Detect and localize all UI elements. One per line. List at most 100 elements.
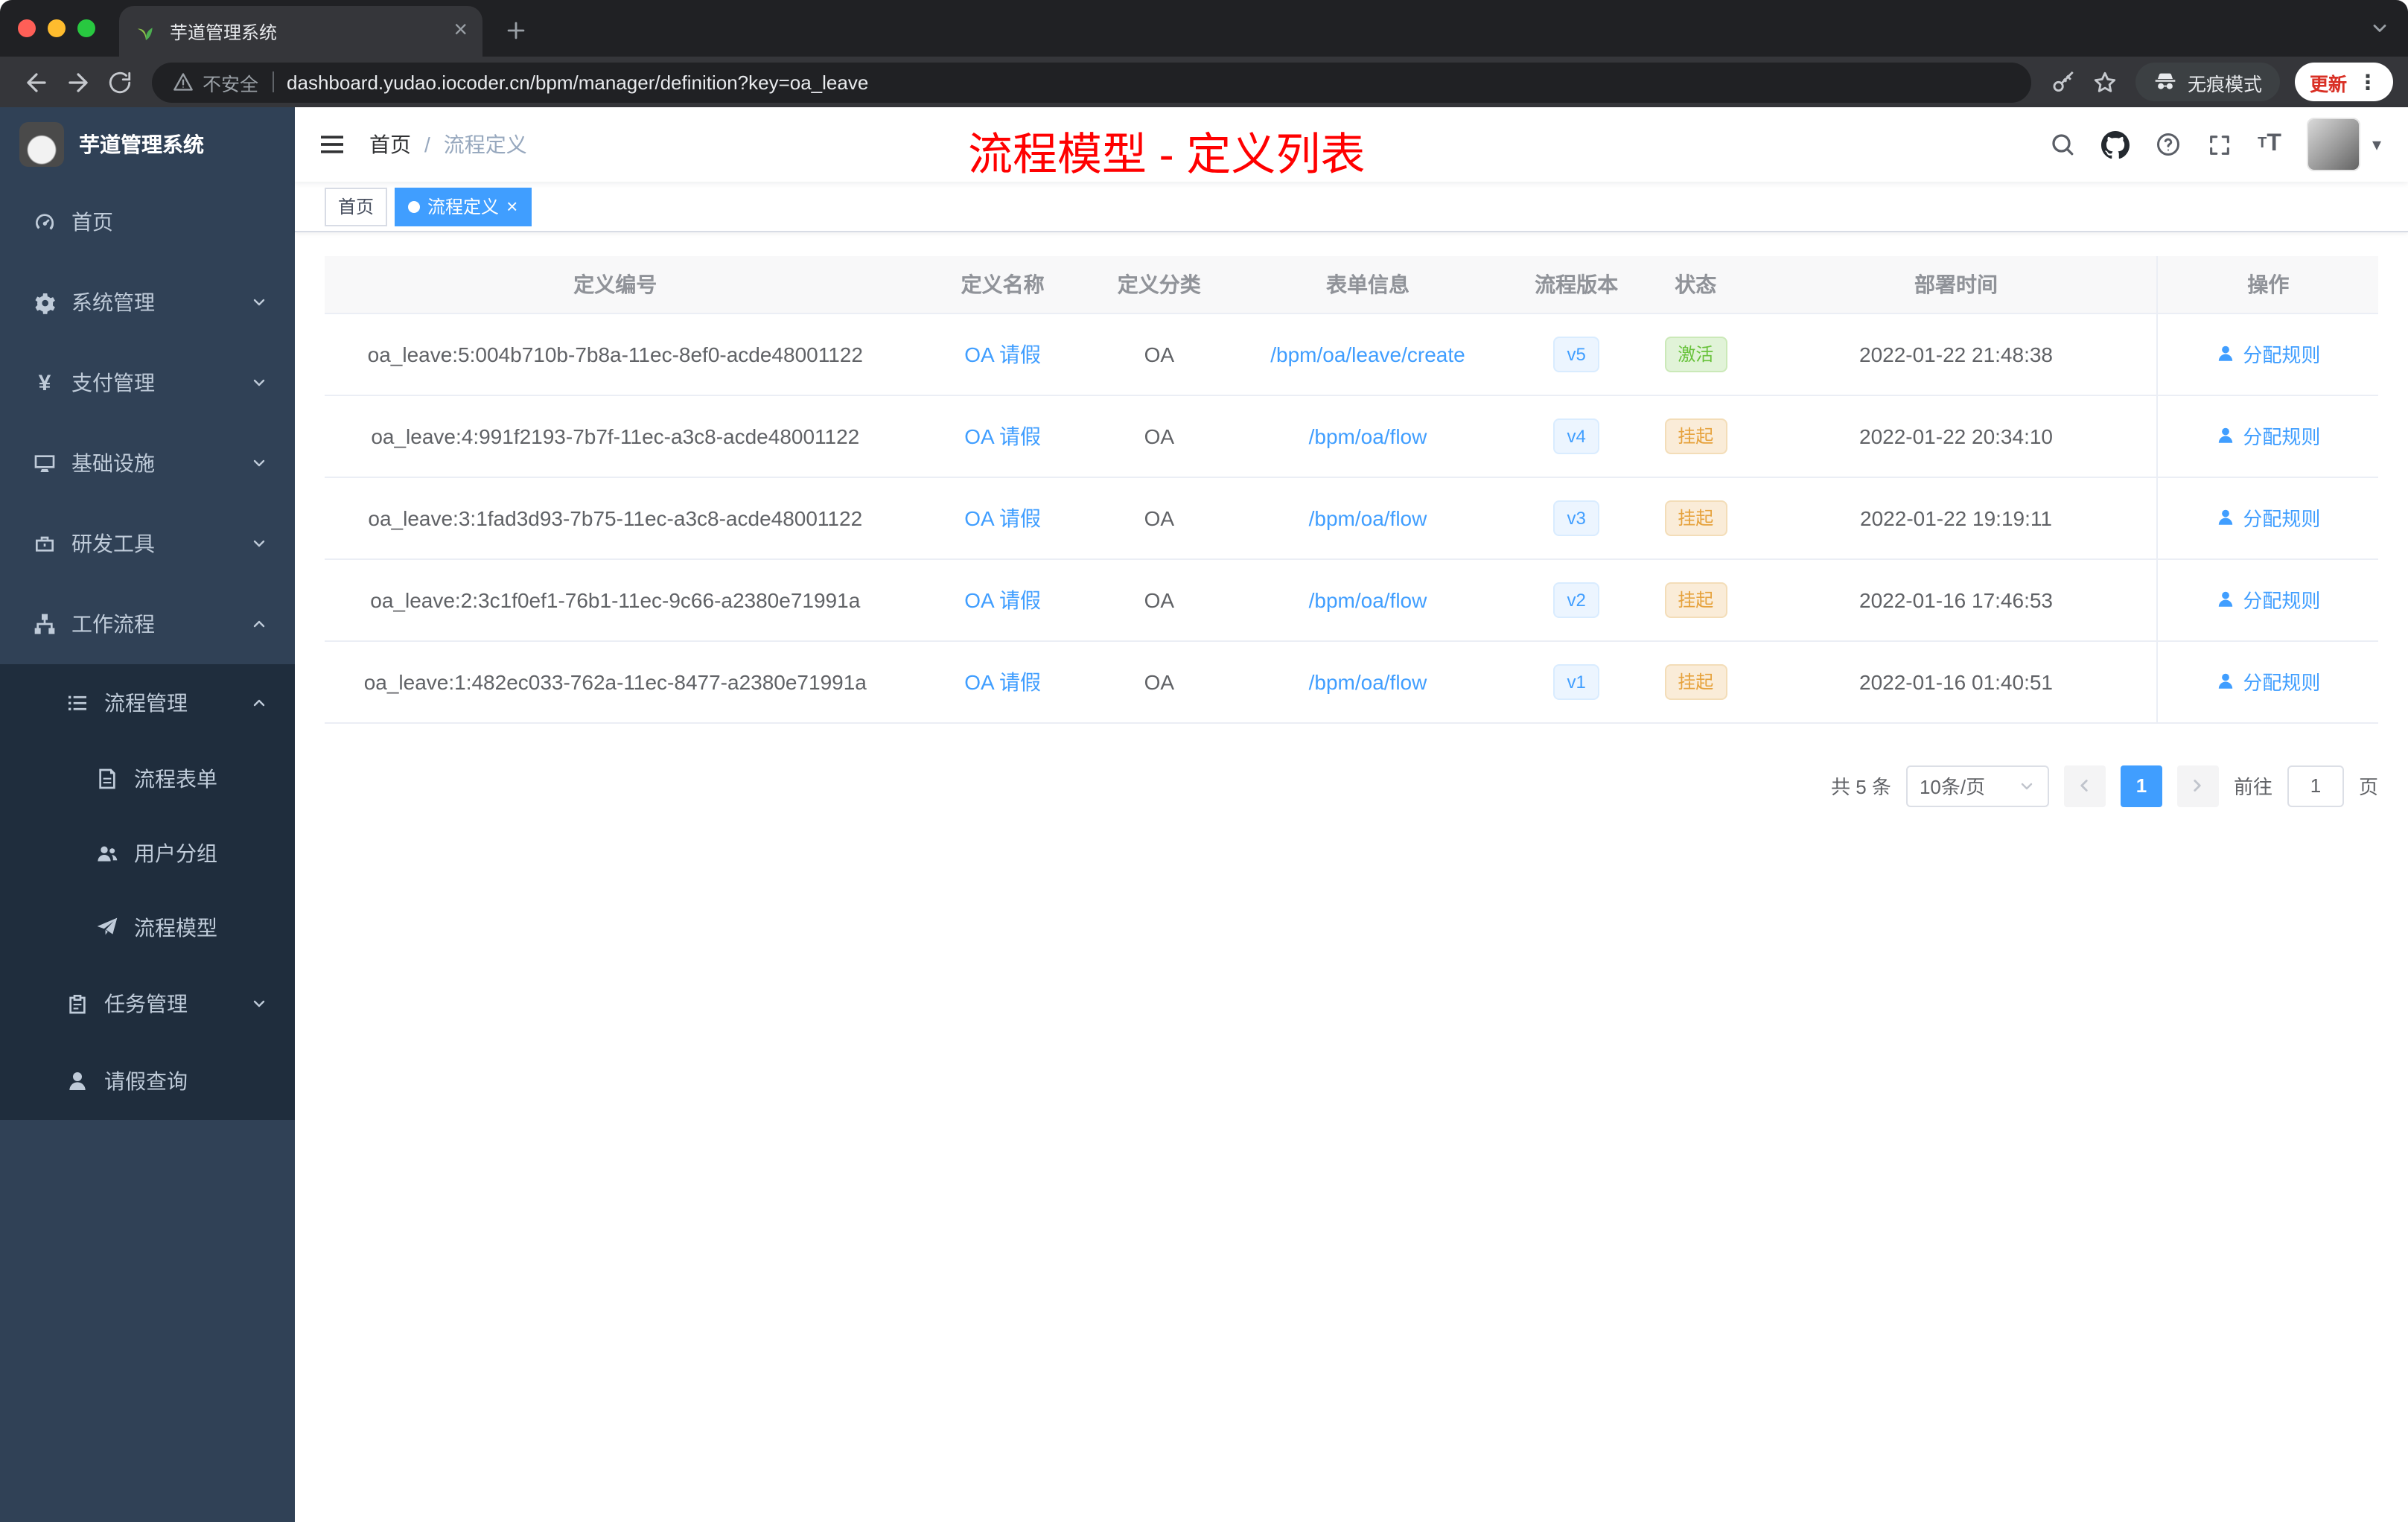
sidebar-item-process-form[interactable]: 流程表单 [0, 742, 295, 816]
sidebar-item-user-group[interactable]: 用户分组 [0, 816, 295, 891]
sidebar-item-home[interactable]: 首页 [0, 182, 295, 262]
tag-label: 流程定义 [427, 197, 500, 217]
breadcrumb-home[interactable]: 首页 [369, 130, 411, 159]
sidebar-item-label: 基础设施 [71, 451, 155, 475]
avatar[interactable] [2306, 118, 2360, 171]
definition-name-link[interactable]: OA 请假 [964, 424, 1041, 448]
browser-toolbar: 不安全 dashboard.yudao.iocoder.cn/bpm/manag… [0, 57, 2408, 107]
reload-icon[interactable] [98, 61, 140, 103]
breadcrumb: 首页 / 流程定义 [369, 130, 527, 159]
menu-dots-icon[interactable]: ⋮ [2357, 69, 2378, 95]
sidebar-item-infra[interactable]: 基础设施 [0, 423, 295, 503]
list-icon [66, 691, 89, 715]
table-row: oa_leave:2:3c1f0ef1-76b1-11ec-9c66-a2380… [325, 558, 2378, 641]
form-link[interactable]: /bpm/oa/flow [1309, 424, 1427, 448]
hamburger-icon[interactable] [295, 107, 369, 182]
back-icon[interactable] [15, 61, 57, 103]
sidebar-item-task-management[interactable]: 任务管理 [0, 965, 295, 1042]
sidebar-item-process-management[interactable]: 流程管理 [0, 664, 295, 742]
chevron-down-icon [250, 995, 268, 1013]
page-number-button[interactable]: 1 [2120, 765, 2162, 806]
sidebar-item-process-model[interactable]: 流程模型 [0, 891, 295, 965]
paper-plane-icon [95, 916, 119, 940]
address-bar[interactable]: 不安全 dashboard.yudao.iocoder.cn/bpm/manag… [152, 62, 2031, 102]
zoom-window-button[interactable] [77, 19, 95, 37]
key-icon[interactable] [2043, 61, 2085, 103]
goto-page-input[interactable] [2287, 765, 2344, 806]
update-button[interactable]: 更新 ⋮ [2294, 63, 2393, 101]
sidebar-item-leave-query[interactable]: 请假查询 [0, 1042, 295, 1120]
search-icon[interactable] [2049, 131, 2076, 158]
update-label: 更新 [2309, 74, 2347, 95]
definition-name-link[interactable]: OA 请假 [964, 669, 1041, 693]
incognito-icon [2153, 70, 2177, 94]
form-link[interactable]: /bpm/oa/flow [1309, 588, 1427, 611]
definition-table: 定义编号 定义名称 定义分类 表单信息 流程版本 状态 部署时间 操作 oa_l [325, 256, 2378, 723]
star-icon[interactable] [2085, 61, 2127, 103]
user-icon [2219, 591, 2233, 607]
logo[interactable]: 芋道管理系统 [0, 107, 295, 182]
browser-tab[interactable]: 芋道管理系统 × [119, 6, 482, 57]
version-tag: v3 [1553, 500, 1599, 535]
annotation-title: 流程模型 - 定义列表 [968, 131, 1366, 180]
category-cell: OA [1099, 640, 1219, 723]
caret-down-icon[interactable]: ▾ [2372, 134, 2381, 155]
version-tag: v1 [1553, 663, 1599, 699]
next-page-button[interactable] [2176, 765, 2219, 806]
form-link[interactable]: /bpm/oa/flow [1309, 669, 1427, 693]
sidebar-item-payment[interactable]: ¥ 支付管理 [0, 343, 295, 423]
page-size-select[interactable]: 10条/页 [1905, 765, 2049, 806]
table-row: oa_leave:1:482ec033-762a-11ec-8477-a2380… [325, 640, 2378, 723]
table-row: oa_leave:3:1fad3d93-7b75-11ec-a3c8-acde4… [325, 477, 2378, 559]
definition-name-link[interactable]: OA 请假 [964, 506, 1041, 529]
table-row: oa_leave:4:991f2193-7b7f-11ec-a3c8-acde4… [325, 395, 2378, 477]
definition-id-cell: oa_leave:2:3c1f0ef1-76b1-11ec-9c66-a2380… [325, 558, 906, 641]
user-icon [2219, 673, 2233, 689]
assign-rule-link[interactable]: 分配规则 [2216, 667, 2320, 695]
category-cell: OA [1099, 313, 1219, 395]
search-tabs-icon[interactable] [2369, 18, 2390, 39]
assign-rule-link[interactable]: 分配规则 [2216, 340, 2320, 368]
assign-rule-link[interactable]: 分配规则 [2216, 421, 2320, 450]
assign-rule-link[interactable]: 分配规则 [2216, 585, 2320, 614]
help-icon[interactable] [2155, 131, 2182, 158]
version-tag: v4 [1553, 418, 1599, 453]
user-icon [2219, 427, 2233, 443]
definition-name-link[interactable]: OA 请假 [964, 342, 1041, 366]
version-tag: v5 [1553, 336, 1599, 372]
tag-home[interactable]: 首页 [325, 187, 388, 226]
close-icon[interactable]: × [506, 197, 517, 216]
logo-image [19, 122, 64, 167]
sidebar-item-label: 用户分组 [134, 841, 217, 865]
sidebar-item-system[interactable]: 系统管理 [0, 262, 295, 343]
table-header-row: 定义编号 定义名称 定义分类 表单信息 流程版本 状态 部署时间 操作 [325, 256, 2378, 313]
minimize-window-button[interactable] [48, 19, 66, 37]
browser-window: 芋道管理系统 × 不安全 dashboard.yudao.iocoder.cn/… [0, 0, 2408, 1522]
sidebar-item-devtools[interactable]: 研发工具 [0, 503, 295, 584]
form-link[interactable]: /bpm/oa/flow [1309, 506, 1427, 529]
sidebar-item-workflow[interactable]: 工作流程 [0, 584, 295, 664]
sidebar-item-label: 流程模型 [134, 916, 217, 940]
form-link[interactable]: /bpm/oa/leave/create [1270, 342, 1465, 366]
fullscreen-icon[interactable] [2207, 132, 2232, 157]
github-icon[interactable] [2101, 130, 2130, 159]
assign-rule-link[interactable]: 分配规则 [2216, 503, 2320, 532]
sidebar-item-label: 研发工具 [71, 532, 155, 555]
tab-title: 芋道管理系统 [170, 22, 278, 42]
chevron-down-icon [250, 454, 268, 472]
logo-title: 芋道管理系统 [79, 133, 204, 156]
status-tag: 挂起 [1664, 500, 1727, 535]
close-window-button[interactable] [18, 19, 36, 37]
forward-icon[interactable] [57, 61, 98, 103]
category-cell: OA [1099, 395, 1219, 477]
definition-id-cell: oa_leave:4:991f2193-7b7f-11ec-a3c8-acde4… [325, 395, 906, 477]
tag-current[interactable]: 流程定义 × [395, 187, 532, 226]
security-label[interactable]: 不安全 [203, 68, 258, 96]
definition-name-link[interactable]: OA 请假 [964, 588, 1041, 611]
font-size-icon[interactable]: TT [2258, 132, 2281, 156]
tab-close-icon[interactable]: × [453, 18, 468, 45]
goto-label: 前往 [2233, 776, 2272, 798]
user-group-icon [95, 841, 119, 865]
prev-page-button[interactable] [2063, 765, 2106, 806]
new-tab-button[interactable] [494, 9, 536, 51]
